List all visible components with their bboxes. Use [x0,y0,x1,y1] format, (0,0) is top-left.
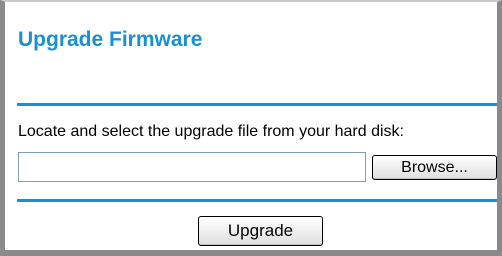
divider-top [17,103,497,106]
upgrade-firmware-panel: Upgrade Firmware Locate and select the u… [0,0,502,256]
instructions-text: Locate and select the upgrade file from … [18,123,404,140]
divider-bottom [17,199,497,202]
browse-button[interactable]: Browse... [372,155,497,180]
upgrade-button[interactable]: Upgrade [198,216,323,246]
page-title: Upgrade Firmware [18,28,203,51]
firmware-file-path-input[interactable] [18,152,366,182]
